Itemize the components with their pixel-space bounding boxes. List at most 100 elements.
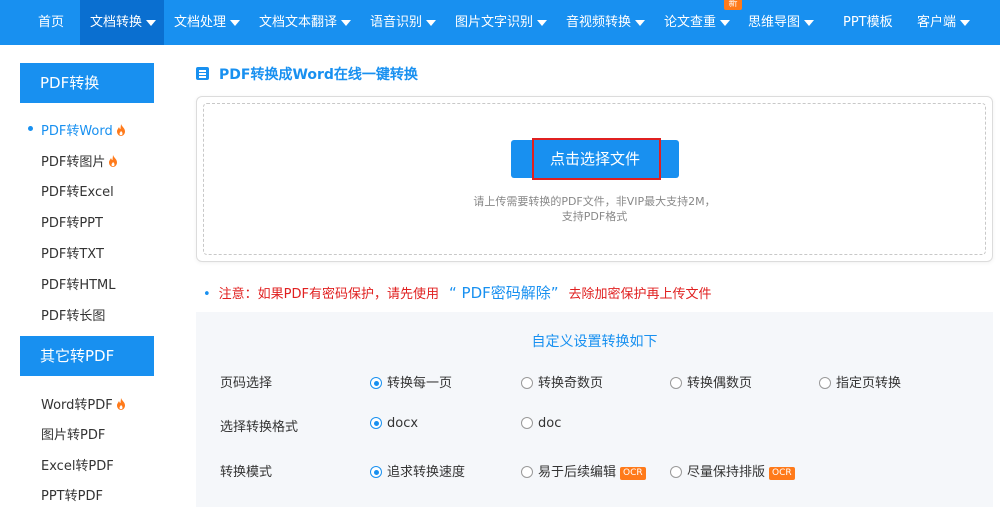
sidebar-item-label: 图片转PDF: [41, 428, 106, 443]
caret-down-icon: [635, 19, 646, 26]
pdf-password-remove-link[interactable]: “ PDF密码解除”: [449, 284, 559, 302]
sidebar-item-label: PPT转PDF: [41, 489, 103, 504]
nav-item-label: 思维导图: [748, 15, 801, 30]
active-item-dot: [28, 126, 33, 131]
upload-dropzone[interactable]: [196, 96, 993, 262]
nav-item-doc-translate[interactable]: 文档文本翻译: [259, 0, 352, 45]
nav-item-label: 音视频转换: [566, 15, 632, 30]
notice-prefix: 注意：如果PDF有密码保护，请先使用: [218, 287, 439, 302]
nav-item-label: PPT模板: [843, 15, 893, 30]
radio-label: 指定页转换: [836, 376, 902, 391]
convert-mode-label: 转换模式: [220, 465, 273, 480]
nav-item-label: 语音识别: [370, 15, 423, 30]
sidebar-item-ppt-to-pdf[interactable]: PPT转PDF: [41, 485, 103, 504]
radio-label: 追求转换速度: [387, 465, 466, 480]
nav-item-doc-process[interactable]: 文档处理: [174, 0, 241, 45]
radio-label: 转换奇数页: [538, 376, 604, 391]
caret-down-icon: [146, 19, 157, 26]
nav-item-label: 首页: [38, 15, 65, 30]
sidebar-item-label: PDF转长图: [41, 309, 106, 324]
radio-label: doc: [538, 416, 562, 431]
radio-convert-odd-pages[interactable]: 转换奇数页: [521, 372, 603, 391]
caret-down-icon: [341, 19, 352, 26]
caret-down-icon: [426, 19, 437, 26]
radio-convert-every-page[interactable]: 转换每一页: [370, 372, 452, 391]
radio-mode-speed[interactable]: 追求转换速度: [370, 461, 465, 480]
format-selection-label: 选择转换格式: [220, 420, 299, 435]
radio-unchecked-icon: [521, 377, 533, 389]
radio-convert-specified-pages[interactable]: 指定页转换: [819, 372, 901, 391]
sidebar-item-label: Excel转PDF: [41, 459, 114, 474]
sidebar-item-label: PDF转PPT: [41, 216, 103, 231]
dropzone-dashed-border: [203, 103, 986, 255]
sidebar-item-pdf-to-long-image[interactable]: PDF转长图: [41, 305, 105, 324]
notice-suffix: 去除加密保护再上传文件: [568, 287, 712, 302]
notice-bullet-icon: •: [203, 287, 211, 302]
flame-icon: [116, 397, 126, 414]
caret-down-icon: [720, 19, 731, 26]
nav-item-image-ocr[interactable]: 图片文字识别: [455, 0, 548, 45]
sidebar-item-label: PDF转图片: [41, 155, 106, 170]
radio-label: 易于后续编辑: [538, 465, 617, 480]
radio-unchecked-icon: [670, 466, 682, 478]
upload-hint-line1: 请上传需要转换的PDF文件，非VIP最大支持2M，: [473, 195, 716, 208]
nav-item-av-convert[interactable]: 音视频转换: [566, 0, 646, 45]
nav-item-mindmap[interactable]: 思维导图: [748, 0, 815, 45]
sidebar-item-label: PDF转HTML: [41, 278, 116, 293]
new-badge: 新: [724, 0, 742, 10]
nav-item-label: 图片文字识别: [455, 15, 534, 30]
nav-item-label: 论文查重: [664, 15, 717, 30]
sidebar-item-pdf-to-ppt[interactable]: PDF转PPT: [41, 212, 103, 231]
nav-item-label: 文档文本翻译: [259, 15, 338, 30]
nav-item-ppt-templates[interactable]: PPT模板: [843, 0, 893, 45]
radio-format-docx[interactable]: docx: [370, 416, 418, 431]
nav-item-doc-convert[interactable]: 文档转换: [80, 0, 165, 45]
caret-down-icon: [960, 19, 971, 26]
sidebar-item-image-to-pdf[interactable]: 图片转PDF: [41, 424, 105, 443]
sidebar-section-pdf-convert-header: PDF转换: [20, 63, 154, 103]
caret-down-icon: [537, 19, 548, 26]
page-title: PDF转换成Word在线一键转换: [219, 67, 418, 83]
page-selection-label: 页码选择: [220, 376, 273, 391]
sidebar-item-pdf-to-txt[interactable]: PDF转TXT: [41, 243, 104, 262]
sidebar-item-pdf-to-excel[interactable]: PDF转Excel: [41, 181, 114, 200]
top-navigation-bar: 首页 文档转换 文档处理 文档文本翻译 语音识别 图片文字识别 音视频转换 论文…: [0, 0, 1000, 45]
radio-format-doc[interactable]: doc: [521, 416, 561, 431]
radio-checked-icon: [370, 377, 382, 389]
ocr-badge: OCR: [769, 467, 795, 480]
radio-label: 转换每一页: [387, 376, 453, 391]
settings-title: 自定义设置转换如下: [531, 334, 658, 350]
radio-mode-easy-edit[interactable]: 易于后续编辑 OCR: [521, 461, 646, 480]
sidebar-item-pdf-to-word[interactable]: PDF转Word: [41, 120, 126, 140]
sidebar-item-word-to-pdf[interactable]: Word转PDF: [41, 394, 126, 414]
radio-convert-even-pages[interactable]: 转换偶数页: [670, 372, 752, 391]
caret-down-icon: [230, 19, 241, 26]
radio-checked-icon: [370, 417, 382, 429]
nav-item-label: 文档转换: [90, 15, 143, 30]
select-file-button[interactable]: 点击选择文件: [511, 140, 679, 178]
upload-hint-line2: 支持PDF格式: [561, 210, 628, 223]
password-notice: • 注意：如果PDF有密码保护，请先使用 “ PDF密码解除” 去除加密保护再上传文件: [203, 282, 712, 303]
sidebar-item-label: Word转PDF: [41, 398, 113, 413]
sidebar-item-pdf-to-html[interactable]: PDF转HTML: [41, 274, 116, 293]
nav-item-paper-check[interactable]: 论文查重: [664, 0, 731, 45]
ocr-badge: OCR: [620, 467, 646, 480]
nav-item-speech-recognition[interactable]: 语音识别: [370, 0, 437, 45]
radio-label: 尽量保持排版: [687, 465, 766, 480]
radio-label: docx: [387, 416, 419, 431]
radio-unchecked-icon: [521, 417, 533, 429]
radio-unchecked-icon: [670, 377, 682, 389]
caret-down-icon: [804, 19, 815, 26]
sidebar-item-excel-to-pdf[interactable]: Excel转PDF: [41, 455, 114, 474]
radio-mode-keep-layout[interactable]: 尽量保持排版 OCR: [670, 461, 795, 480]
sidebar-section-other-to-pdf-header: 其它转PDF: [20, 336, 154, 376]
sidebar-item-pdf-to-image[interactable]: PDF转图片: [41, 151, 118, 171]
sidebar-item-label: PDF转TXT: [41, 247, 104, 262]
nav-item-client[interactable]: 客户端: [917, 0, 971, 45]
flame-icon: [108, 154, 118, 171]
nav-item-home[interactable]: 首页: [38, 0, 64, 45]
nav-item-label: 客户端: [917, 15, 957, 30]
document-icon: [196, 67, 209, 80]
radio-checked-icon: [370, 466, 382, 478]
nav-item-label: 文档处理: [174, 15, 227, 30]
